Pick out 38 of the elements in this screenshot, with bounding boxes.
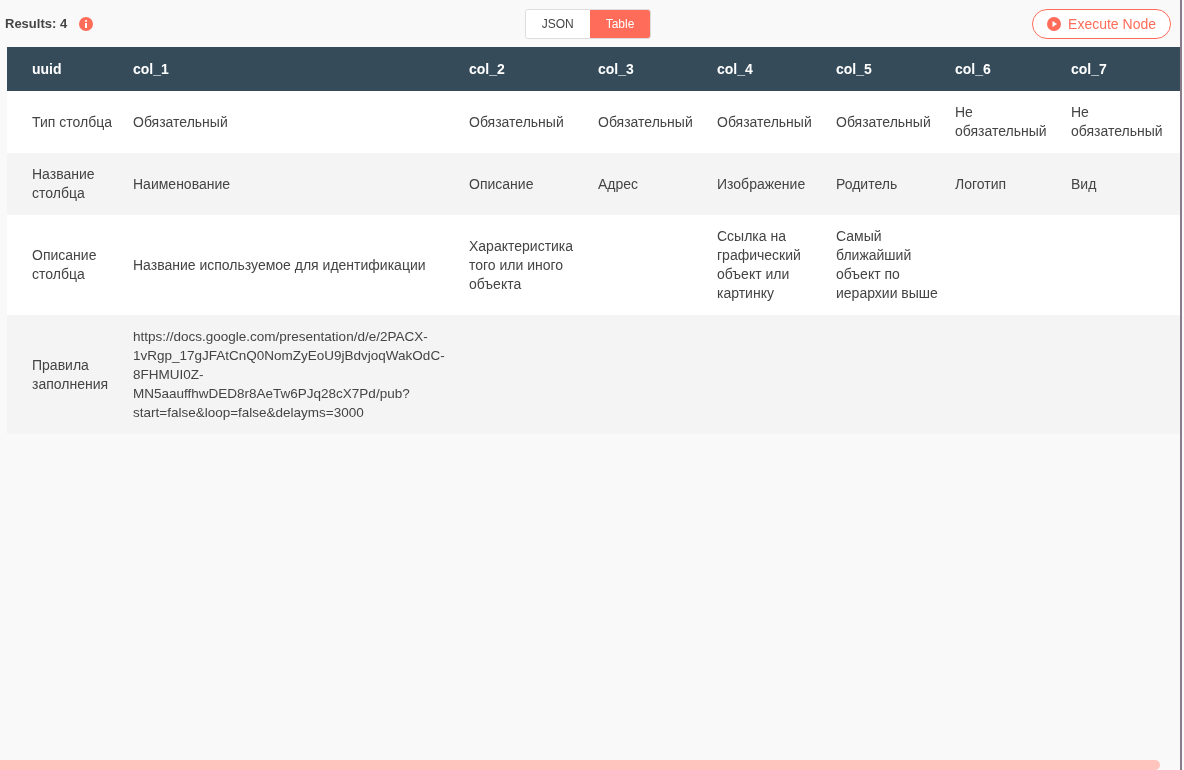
table-cell: Описание столбца	[7, 215, 125, 315]
column-header: col_1	[125, 47, 461, 91]
table-cell: Вид	[1063, 153, 1182, 215]
table-cell: Изображение	[709, 153, 828, 215]
column-header: col_3	[590, 47, 709, 91]
table-cell: https://docs.google.com/presentation/d/e/2PACX-1vRgp_17gJFAtCnQ0NomZyEoU9jBdvjoqWakOdC-8FHMUI0Z-MN5aauffhwDED8r8AeTw6PJq28cX7Pd/pub?start=false&loop=false&delayms=3000	[125, 315, 461, 434]
table-cell: Наименование	[125, 153, 461, 215]
results-count: Results: 4	[5, 16, 68, 31]
table-cell: Ссылка на графический объект или картинку	[709, 215, 828, 315]
table-cell: Тип столбца	[7, 91, 125, 153]
column-header: col_7	[1063, 47, 1182, 91]
table-cell: Описание	[461, 153, 590, 215]
view-toggle-option[interactable]: Table	[589, 9, 651, 38]
column-header: col_6	[947, 47, 1063, 91]
table-cell: Название используемое для идентификации	[125, 215, 461, 315]
column-header: uuid	[7, 47, 125, 91]
column-header: col_4	[709, 47, 828, 91]
table-cell: Обязательный	[125, 91, 461, 153]
horizontal-scrollbar[interactable]	[0, 760, 1160, 770]
info-icon[interactable]	[79, 16, 94, 31]
table-cell: Обязательный	[590, 91, 709, 153]
table-cell: Адрес	[590, 153, 709, 215]
table-cell: Родитель	[828, 153, 947, 215]
table-cell: Не обязательный	[1063, 91, 1182, 153]
table-cell: Самый ближайший объект по иерархии выше	[828, 215, 947, 315]
table-cell: Название столбца	[7, 153, 125, 215]
table-cell: Не обязательный	[947, 91, 1063, 153]
view-toggle-option[interactable]: JSON	[525, 9, 590, 38]
table-cell: Обязательный	[709, 91, 828, 153]
column-header: col_5	[828, 47, 947, 91]
execute-node-button[interactable]: Execute Node	[1032, 8, 1171, 39]
table-cell: Правила заполнения	[7, 315, 125, 434]
column-header: col_2	[461, 47, 590, 91]
play-icon	[1047, 16, 1062, 31]
table-cell: Логотип	[947, 153, 1063, 215]
table-cell: Обязательный	[461, 91, 590, 153]
table-cell: Обязательный	[828, 91, 947, 153]
table-cell: Характеристика того или иного объекта	[461, 215, 590, 315]
